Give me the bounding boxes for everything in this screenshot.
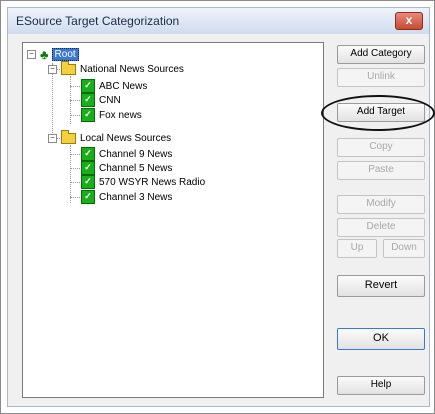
target-check-icon: ✓	[81, 190, 95, 204]
paste-button[interactable]: Paste	[337, 161, 425, 180]
tree-node-label: Local News Sources	[80, 132, 172, 144]
close-button[interactable]: x	[395, 12, 423, 30]
minus-expander-icon[interactable]: −	[48, 133, 57, 143]
folder-icon	[61, 60, 76, 75]
ok-button[interactable]: OK	[337, 328, 425, 350]
help-button[interactable]: Help	[337, 376, 425, 395]
tree-node-label: 570 WSYR News Radio	[99, 176, 206, 188]
target-check-icon: ✓	[81, 79, 95, 93]
window-title: ESource Target Categorization	[16, 14, 180, 28]
highlight-ring	[321, 95, 435, 131]
tree-node-target[interactable]: ✓ Channel 5 News	[81, 161, 172, 175]
tree-node-category[interactable]: − Local News Sources	[48, 129, 172, 145]
tree-node-category[interactable]: − National News Sources	[48, 60, 184, 76]
tree-node-target[interactable]: ✓ ABC News	[81, 79, 147, 93]
tree-node-target[interactable]: ✓ Channel 9 News	[81, 147, 172, 161]
add-category-button[interactable]: Add Category	[337, 45, 425, 64]
target-check-icon: ✓	[81, 161, 95, 175]
unlink-button[interactable]: Unlink	[337, 68, 425, 87]
tree-node-label: Channel 3 News	[99, 191, 173, 203]
target-check-icon: ✓	[81, 93, 95, 107]
copy-button[interactable]: Copy	[337, 138, 425, 157]
revert-button[interactable]: Revert	[337, 275, 425, 297]
tree-node-target[interactable]: ✓ 570 WSYR News Radio	[81, 175, 205, 189]
down-button[interactable]: Down	[383, 239, 425, 258]
category-tree[interactable]: − ♣ Root − National News Sources ✓ ABC N…	[22, 42, 324, 398]
delete-button[interactable]: Delete	[337, 218, 425, 237]
tree-node-label: Root	[51, 47, 79, 61]
tree-node-label: National News Sources	[80, 63, 184, 75]
tree-node-label: Channel 5 News	[99, 162, 173, 174]
minus-expander-icon[interactable]: −	[48, 64, 57, 74]
dialog-window: ESource Target Categorization x − ♣ Root	[0, 0, 435, 414]
tree-node-label: Fox news	[99, 109, 142, 121]
tree-node-target[interactable]: ✓ Channel 3 News	[81, 190, 172, 204]
tree-node-label: CNN	[99, 94, 121, 106]
target-check-icon: ✓	[81, 108, 95, 122]
target-check-icon: ✓	[81, 147, 95, 161]
up-button[interactable]: Up	[337, 239, 377, 258]
tree-icon: ♣	[40, 46, 49, 62]
folder-icon	[61, 129, 76, 144]
target-check-icon: ✓	[81, 175, 95, 189]
tree-node-target[interactable]: ✓ Fox news	[81, 108, 142, 122]
title-bar: ESource Target Categorization x	[7, 7, 430, 35]
minus-expander-icon[interactable]: −	[27, 49, 36, 59]
tree-node-label: Channel 9 News	[99, 148, 173, 160]
tree-node-root[interactable]: − ♣ Root	[27, 47, 79, 61]
tree-node-target[interactable]: ✓ CNN	[81, 93, 121, 107]
modify-button[interactable]: Modify	[337, 195, 425, 214]
tree-node-label: ABC News	[99, 80, 148, 92]
